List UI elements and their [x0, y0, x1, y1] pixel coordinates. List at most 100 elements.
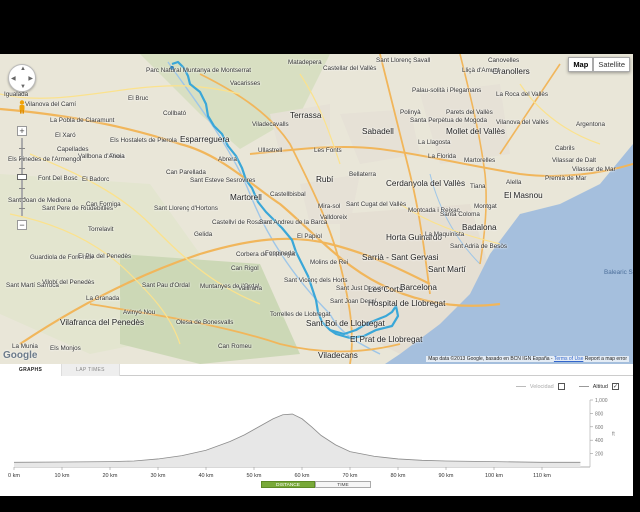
map-place-label: Vallbona d'Anoia [78, 153, 125, 160]
map-place-label: Alella [506, 179, 522, 186]
terms-of-use-link[interactable]: Terms of Use [554, 356, 583, 362]
map-place-label: Sant Andreu de la Barca [259, 219, 328, 226]
map-place-label: Vilobí del Penedès [42, 279, 95, 286]
map-place-label: Els Monjos [50, 345, 81, 352]
zoom-control: + − [17, 126, 27, 230]
map-place-label: La Roca del Vallès [496, 91, 549, 98]
x-tick-label: 60 km [295, 473, 310, 478]
pan-control[interactable]: ▲ ▼ ◀ ▶ [8, 64, 36, 92]
x-tick-label: 70 km [343, 473, 358, 478]
map-place-label: Avinyó Nou [123, 309, 156, 316]
pan-left-icon[interactable]: ◀ [11, 75, 16, 82]
y-tick-label: 1,000 [595, 398, 608, 404]
map-place-label: Martorelles [464, 157, 496, 164]
map-attribution: Map data ©2013 Google, basado en BCN IGN… [426, 356, 629, 362]
x-tick-label: 0 km [8, 473, 20, 478]
map-place-label: Sant Llorenç d'Hortons [154, 205, 218, 212]
x-tick-label: 100 km [485, 473, 503, 478]
map-place-label: Sant Pau d'Ordal [142, 282, 190, 289]
map-place-label: Fonpineda [265, 250, 295, 257]
map-place-label: Collbató [163, 110, 187, 117]
profile-plot[interactable]: 0 km 10 km 20 km 30 km 40 km 50 km 60 km 70 km 8… [0, 378, 633, 478]
map-place-label: El Xaró [55, 132, 76, 139]
zoom-in-button[interactable]: + [17, 126, 27, 136]
y-tick-label: 600 [595, 425, 604, 431]
map-place-label: Vilanova del Camí [25, 101, 76, 108]
map-place-label: Parc Natural Muntanya de Montserrat [146, 67, 251, 74]
map-place-label: Valldoreix [320, 214, 348, 221]
map-place-label: Can Romeu [218, 343, 252, 350]
street-view-pegman-icon[interactable] [17, 100, 27, 114]
map-type-satellite-button[interactable]: Satellite [593, 57, 630, 72]
map-place-label: Torrelavit [88, 226, 114, 233]
axis-mode-switch: DISTANCE TIME [261, 481, 371, 488]
tab-lap-times[interactable]: LAP TIMES [62, 364, 120, 376]
map-place-label: Abrera [218, 156, 237, 163]
map-place-label: Lliçà d'Amunt [462, 67, 500, 74]
map-place-label: El Prat de Llobregat [350, 335, 423, 344]
map-place-label: Can Forniga [86, 201, 121, 208]
map-place-label: Sant Boi de Llobregat [306, 319, 385, 328]
tab-graphs[interactable]: GRAPHS [0, 364, 62, 376]
map-place-label: Ullastrell [258, 147, 283, 154]
pan-up-icon[interactable]: ▲ [20, 66, 26, 72]
map-place-label: La Pobla de Claramunt [50, 117, 115, 124]
report-map-error-link[interactable]: Report a map error [585, 356, 627, 362]
map-place-label: Castellar del Vallès [323, 65, 377, 72]
map-place-label: Gelida [194, 231, 213, 238]
map-place-label: Sant Martí [428, 265, 466, 274]
map-place-label: Viladecans [318, 351, 358, 360]
map-place-label: Mira-sol [318, 203, 341, 210]
map-place-label: Badalona [462, 223, 497, 232]
altitude-area [14, 414, 581, 467]
zoom-out-button[interactable]: − [17, 220, 27, 230]
map-place-label: La Maquinista [425, 231, 465, 238]
map-place-label: Rubí [316, 175, 334, 184]
route-map[interactable]: Igualada Vilanova del Camí La Pobla de Cla… [0, 54, 633, 364]
map-place-label: Vilassar de Mar [572, 166, 616, 173]
map-place-label: Els Hostalets de Pierola [110, 137, 177, 144]
pan-right-icon[interactable]: ▶ [28, 75, 33, 82]
map-place-label: El Bruc [128, 95, 149, 102]
map-place-label: El Badorc [82, 176, 110, 183]
map-place-label: Sarrià - Sant Gervasi [362, 253, 439, 262]
map-type-map-button[interactable]: Map [568, 57, 594, 72]
map-place-label: Premià de Mar [545, 175, 587, 182]
map-place-label: Torrelles de Llobregat [270, 311, 331, 318]
x-tick-label: 50 km [247, 473, 262, 478]
map-place-label: Vallirana [238, 285, 263, 292]
map-place-label: Sant Cugat del Vallès [346, 201, 407, 208]
x-tick-label: 110 km [533, 473, 551, 478]
x-tick-label: 30 km [151, 473, 166, 478]
map-place-label: El Masnou [504, 191, 543, 200]
map-place-label: Matadepera [288, 59, 322, 66]
map-place-label: Sabadell [362, 127, 394, 136]
y-tick-label: 200 [595, 452, 604, 458]
map-place-label: El Papiol [297, 233, 322, 240]
map-place-label: Olesa de Bonesvalls [176, 319, 234, 326]
map-place-label: Sant Vicenç dels Horts [284, 277, 348, 284]
map-place-label: Santa Coloma [440, 211, 480, 218]
zoom-slider-thumb[interactable] [17, 174, 27, 180]
map-type-control: Map Satellite [568, 57, 630, 72]
map-place-label: Balearic Sea [604, 269, 633, 276]
map-place-label: Bellaterra [349, 171, 376, 178]
time-toggle[interactable]: TIME [315, 481, 371, 488]
x-tick-label: 10 km [55, 473, 70, 478]
x-tick-label: 20 km [103, 473, 118, 478]
distance-toggle[interactable]: DISTANCE [261, 481, 315, 488]
map-place-label: Sant Adrià de Besòs [450, 243, 508, 250]
pan-down-icon[interactable]: ▼ [20, 84, 26, 90]
map-place-label: Vilassar de Dalt [552, 157, 596, 164]
map-place-label: Molins de Rei [310, 259, 349, 266]
map-place-label: Tiana [470, 183, 486, 190]
map-place-label: Sant Esteve Sesrovires [190, 177, 256, 184]
map-place-label: Mollet del Vallès [446, 127, 506, 136]
map-place-label: Vilanova del Vallès [496, 119, 549, 126]
map-place-label: Igualada [4, 91, 29, 98]
map-place-label: Vacarisses [230, 80, 261, 87]
google-logo[interactable]: Google [3, 350, 37, 361]
map-place-label: El Pla del Penedès [78, 253, 132, 260]
map-place-label: Palau-solità i Plegamans [412, 87, 482, 94]
map-place-label: La Florida [428, 153, 457, 160]
